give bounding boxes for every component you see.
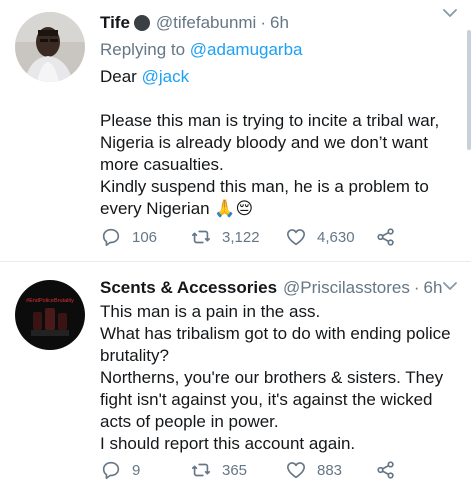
- tweet-paragraph: What has tribalism got to do with ending…: [100, 324, 451, 365]
- like-count: 883: [317, 461, 343, 479]
- timestamp[interactable]: 6h: [424, 278, 443, 298]
- replying-to-label: Replying to: [100, 40, 190, 59]
- retweet-count: 3,122: [222, 228, 260, 246]
- like-button[interactable]: 883: [285, 459, 375, 481]
- tweet-text-part: Dear: [100, 67, 142, 86]
- reply-count: 106: [132, 228, 158, 246]
- avatar-photo: #EndPoliceBrutality: [15, 280, 85, 350]
- avatar[interactable]: [15, 12, 85, 82]
- chevron-down-icon[interactable]: [441, 4, 459, 22]
- reply-button[interactable]: 9: [100, 459, 190, 481]
- scrollbar[interactable]: [467, 30, 471, 150]
- tweet-line: Dear @jack: [100, 66, 461, 88]
- heart-icon: [286, 462, 306, 479]
- tweet-header: Scents & Accessories @Priscilasstores · …: [100, 275, 461, 301]
- share-icon: [377, 228, 394, 246]
- replying-to: Replying to @adamugarba: [100, 38, 461, 62]
- reply-count: 9: [132, 461, 141, 479]
- tweet[interactable]: Tife @tifefabunmi · 6h Replying to @adam…: [0, 0, 471, 262]
- tweet-content: Tife @tifefabunmi · 6h Replying to @adam…: [100, 10, 461, 220]
- tweet-paragraph: Please this man is trying to incite a tr…: [100, 111, 440, 174]
- username[interactable]: @tifefabunmi: [156, 13, 256, 33]
- share-icon: [377, 461, 394, 479]
- display-name[interactable]: Tife: [100, 13, 130, 33]
- tweet-actions: 106 3,122 4,630: [100, 226, 397, 248]
- tweet-text: Dear @jack Please this man is trying to …: [100, 66, 461, 220]
- timestamp[interactable]: 6h: [270, 13, 289, 33]
- like-button[interactable]: 4,630: [285, 226, 375, 248]
- separator: ·: [260, 13, 267, 32]
- separator: ·: [413, 278, 420, 297]
- display-name[interactable]: Scents & Accessories: [100, 278, 277, 298]
- retweet-button[interactable]: 3,122: [190, 226, 285, 248]
- retweet-button[interactable]: 365: [190, 459, 285, 481]
- reply-icon: [102, 461, 120, 480]
- mention-link[interactable]: @jack: [142, 67, 190, 86]
- heart-icon: [286, 229, 306, 246]
- profile-badge-icon: [133, 15, 150, 31]
- tweet-header: Tife @tifefabunmi · 6h: [100, 10, 461, 36]
- reply-icon: [102, 228, 120, 247]
- tweet-content: Scents & Accessories @Priscilasstores · …: [100, 275, 461, 455]
- tweet-actions: 9 365 883: [100, 459, 397, 481]
- avatar[interactable]: #EndPoliceBrutality: [15, 280, 85, 350]
- share-button[interactable]: [375, 459, 397, 481]
- retweet-icon: [191, 230, 211, 244]
- tweet-paragraph: This man is a pain in the ass.: [100, 302, 321, 321]
- retweet-count: 365: [222, 461, 248, 479]
- tweet[interactable]: #EndPoliceBrutality Scents & Accessories…: [0, 263, 471, 500]
- share-button[interactable]: [375, 226, 397, 248]
- chevron-down-icon[interactable]: [441, 277, 459, 295]
- tweet-paragraph: Northerns, you're our brothers & sisters…: [100, 368, 444, 431]
- like-count: 4,630: [317, 228, 355, 246]
- reply-button[interactable]: 106: [100, 226, 190, 248]
- tweet-paragraph: I should report this account again.: [100, 434, 356, 453]
- tweet-paragraph: Kindly suspend this man, he is a problem…: [100, 177, 429, 218]
- username[interactable]: @Priscilasstores: [283, 278, 410, 298]
- avatar-hashtag: #EndPoliceBrutality: [26, 298, 74, 304]
- tweet-text: This man is a pain in the ass. What has …: [100, 301, 461, 455]
- retweet-icon: [191, 463, 211, 477]
- avatar-photo: [15, 12, 85, 82]
- replying-to-mention[interactable]: @adamugarba: [190, 40, 303, 59]
